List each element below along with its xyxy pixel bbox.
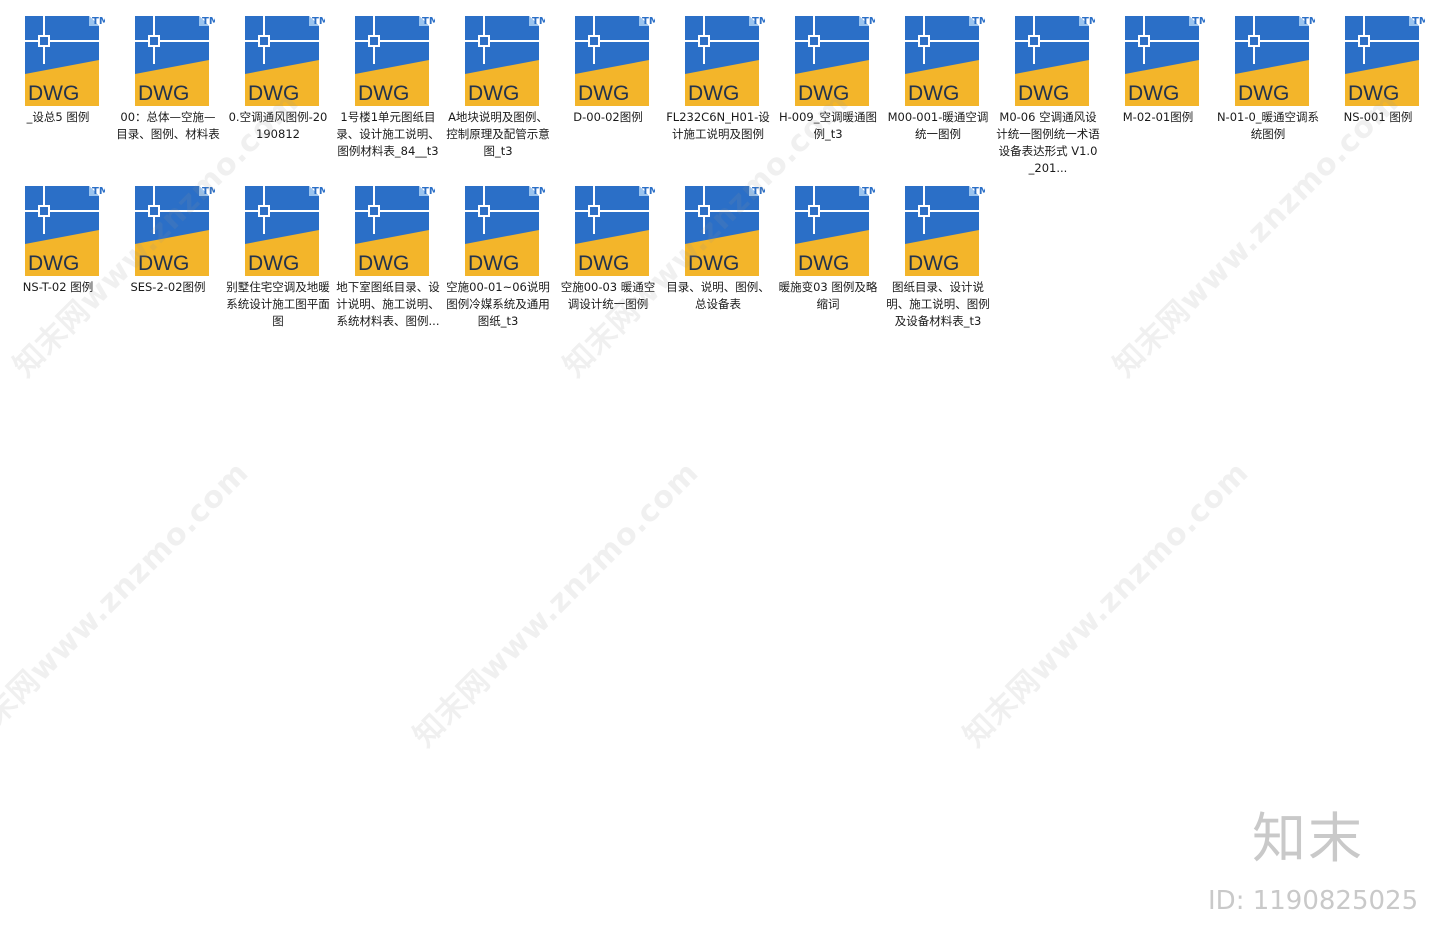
file-name-label: M0-06 空调通风设计统一图例统一术语设备表达形式 V1.0_201... (996, 110, 1100, 175)
dwg-file-icon: DWG TM (1015, 16, 1095, 106)
file-name-label: 目录、说明、图例、总设备表 (666, 280, 770, 311)
svg-text:TM: TM (642, 186, 655, 197)
dwg-file-icon: DWG TM (135, 16, 215, 106)
dwg-file-icon: DWG TM (465, 16, 545, 106)
svg-text:TM: TM (312, 16, 325, 27)
svg-text:TM: TM (752, 186, 765, 197)
svg-text:TM: TM (1302, 16, 1315, 27)
dwg-file-icon: DWG TM (355, 186, 435, 276)
svg-text:DWG: DWG (1348, 82, 1399, 105)
file-name-label: 暖施变03 图例及略缩词 (778, 280, 878, 311)
dwg-file-icon: DWG TM (355, 16, 435, 106)
svg-text:DWG: DWG (578, 252, 629, 275)
dwg-file-icon: DWG TM (685, 16, 765, 106)
dwg-file-icon: DWG TM (25, 16, 105, 106)
file-name-label: SES-2-02图例 (130, 280, 206, 294)
file-name-label: 别墅住宅空调及地暖系统设计施工图平面图 (226, 280, 330, 328)
svg-text:DWG: DWG (798, 82, 849, 105)
file-name-label: 图纸目录、设计说明、施工说明、图例及设备材料表_t3 (886, 280, 990, 328)
svg-text:DWG: DWG (358, 82, 409, 105)
file-name-label: 1号楼1单元图纸目录、设计施工说明、图例材料表_84__t3 (336, 110, 440, 158)
svg-text:TM: TM (1412, 16, 1425, 27)
dwg-file-icon: DWG TM (575, 16, 655, 106)
svg-text:TM: TM (862, 186, 875, 197)
dwg-file-icon: DWG TM (25, 186, 105, 276)
svg-text:TM: TM (1082, 16, 1095, 27)
svg-text:TM: TM (862, 16, 875, 27)
dwg-file-icon: DWG TM (245, 186, 325, 276)
dwg-file-icon: DWG TM (1125, 16, 1205, 106)
dwg-file-icon: DWG TM (575, 186, 655, 276)
svg-text:TM: TM (202, 16, 215, 27)
svg-text:DWG: DWG (248, 252, 299, 275)
file-name-label: 00：总体—空施—目录、图例、材料表 (116, 110, 220, 141)
dwg-file-icon: DWG TM (905, 16, 985, 106)
svg-text:TM: TM (312, 186, 325, 197)
file-name-label: N-01-0_暖通空调系统图例 (1216, 110, 1320, 141)
dwg-file-icon: DWG TM (1345, 16, 1425, 106)
svg-text:TM: TM (1192, 16, 1205, 27)
file-name-label: NS-T-02 图例 (22, 280, 94, 294)
svg-text:DWG: DWG (138, 252, 189, 275)
svg-text:DWG: DWG (1128, 82, 1179, 105)
svg-text:DWG: DWG (908, 82, 959, 105)
svg-text:TM: TM (92, 16, 105, 27)
svg-text:TM: TM (532, 16, 545, 27)
svg-text:TM: TM (972, 186, 985, 197)
dwg-file-icon: DWG TM (795, 186, 875, 276)
svg-text:DWG: DWG (798, 252, 849, 275)
svg-text:DWG: DWG (138, 82, 189, 105)
dwg-file-icon: DWG TM (465, 186, 545, 276)
file-name-label: 地下室图纸目录、设计说明、施工说明、系统材料表、图例... (336, 280, 440, 328)
dwg-file-icon: DWG TM (1235, 16, 1315, 106)
file-name-label: NS-001 图例 (1343, 110, 1413, 124)
brand-logo: 知末 (1252, 807, 1364, 870)
dwg-file-icon: DWG TM (795, 16, 875, 106)
dwg-file-icon: DWG TM (685, 186, 765, 276)
dwg-file-icon: DWG TM (245, 16, 325, 106)
svg-text:DWG: DWG (1238, 82, 1289, 105)
svg-text:DWG: DWG (358, 252, 409, 275)
svg-text:TM: TM (92, 186, 105, 197)
svg-text:TM: TM (202, 186, 215, 197)
file-name-label: 空施00-03 暖通空调设计统一图例 (560, 280, 656, 311)
svg-text:DWG: DWG (248, 82, 299, 105)
svg-text:DWG: DWG (468, 82, 519, 105)
svg-text:TM: TM (532, 186, 545, 197)
file-name-label: M-02-01图例 (1122, 110, 1194, 124)
svg-text:DWG: DWG (688, 82, 739, 105)
svg-text:TM: TM (642, 16, 655, 27)
file-name-label: 0.空调通风图例-20190812 (228, 110, 328, 141)
svg-text:DWG: DWG (578, 82, 629, 105)
dwg-file-icon: DWG TM (135, 186, 215, 276)
svg-text:TM: TM (422, 16, 435, 27)
svg-text:DWG: DWG (28, 82, 79, 105)
file-name-label: H-009_空调暖通图例_t3 (779, 110, 877, 141)
svg-text:DWG: DWG (28, 252, 79, 275)
svg-text:DWG: DWG (468, 252, 519, 275)
svg-text:DWG: DWG (688, 252, 739, 275)
file-name-label: FL232C6N_H01-设计施工说明及图例 (666, 110, 770, 141)
svg-text:TM: TM (752, 16, 765, 27)
file-name-label: D-00-02图例 (573, 110, 643, 124)
file-name-label: M00-001-暖通空调统一图例 (887, 110, 989, 141)
dwg-file-icon: DWG TM (905, 186, 985, 276)
svg-text:DWG: DWG (908, 252, 959, 275)
svg-text:DWG: DWG (1018, 82, 1069, 105)
brand-id: ID: 1190825025 (1208, 886, 1419, 916)
file-name-label: _设总5 图例 (26, 110, 90, 124)
svg-text:TM: TM (422, 186, 435, 197)
file-name-label: A地块说明及图例、控制原理及配管示意图_t3 (446, 110, 550, 158)
file-grid: DWG TM _设总5 图例 DWG TM 00：总体—空施—目录、图例、材料表 DWG TM… (0, 0, 1447, 941)
file-name-label: 空施00-01~06说明 图例冷媒系统及通用图纸_t3 (446, 280, 550, 328)
svg-text:TM: TM (972, 16, 985, 27)
